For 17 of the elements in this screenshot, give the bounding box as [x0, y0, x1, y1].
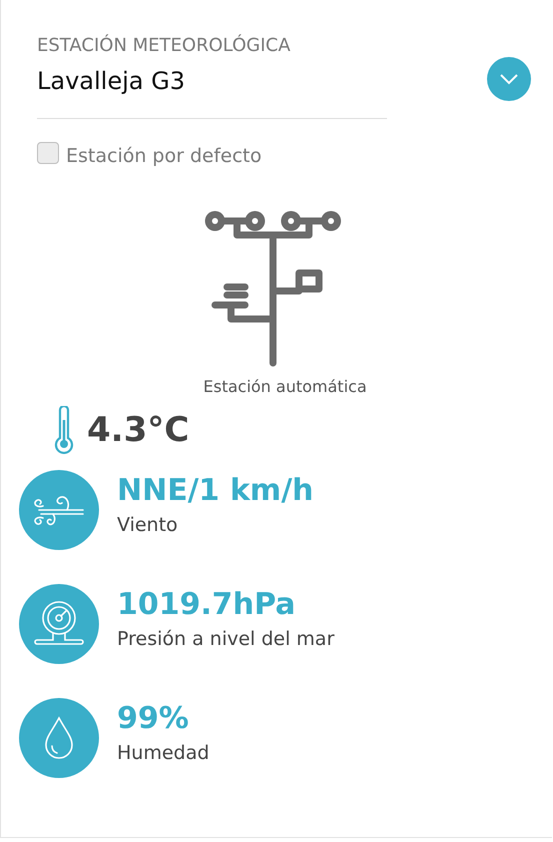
thermometer-icon [53, 406, 75, 454]
chevron-down-icon [498, 72, 520, 86]
metric-label: Viento [117, 513, 179, 538]
water-drop-icon [42, 715, 76, 761]
station-select-value[interactable]: Lavalleja G3 [37, 64, 290, 98]
metric-value: 99% [117, 700, 190, 738]
temperature-value: 4.3°C [87, 410, 190, 450]
pressure-gauge-icon [33, 600, 85, 648]
checkbox-label: Estación por defecto [66, 145, 262, 167]
metric-label: Humedad [117, 741, 210, 766]
field-label: ESTACIÓN METEOROLÓGICA [37, 34, 290, 58]
metric-label: Presión a nivel del mar [117, 627, 334, 652]
metric-value: NNE/1 km/h [117, 472, 314, 510]
metric-value: 1019.7hPa [117, 586, 297, 624]
station-type-caption: Estación automática [203, 377, 367, 396]
dropdown-button[interactable] [487, 57, 531, 101]
checkbox[interactable] [37, 142, 59, 164]
